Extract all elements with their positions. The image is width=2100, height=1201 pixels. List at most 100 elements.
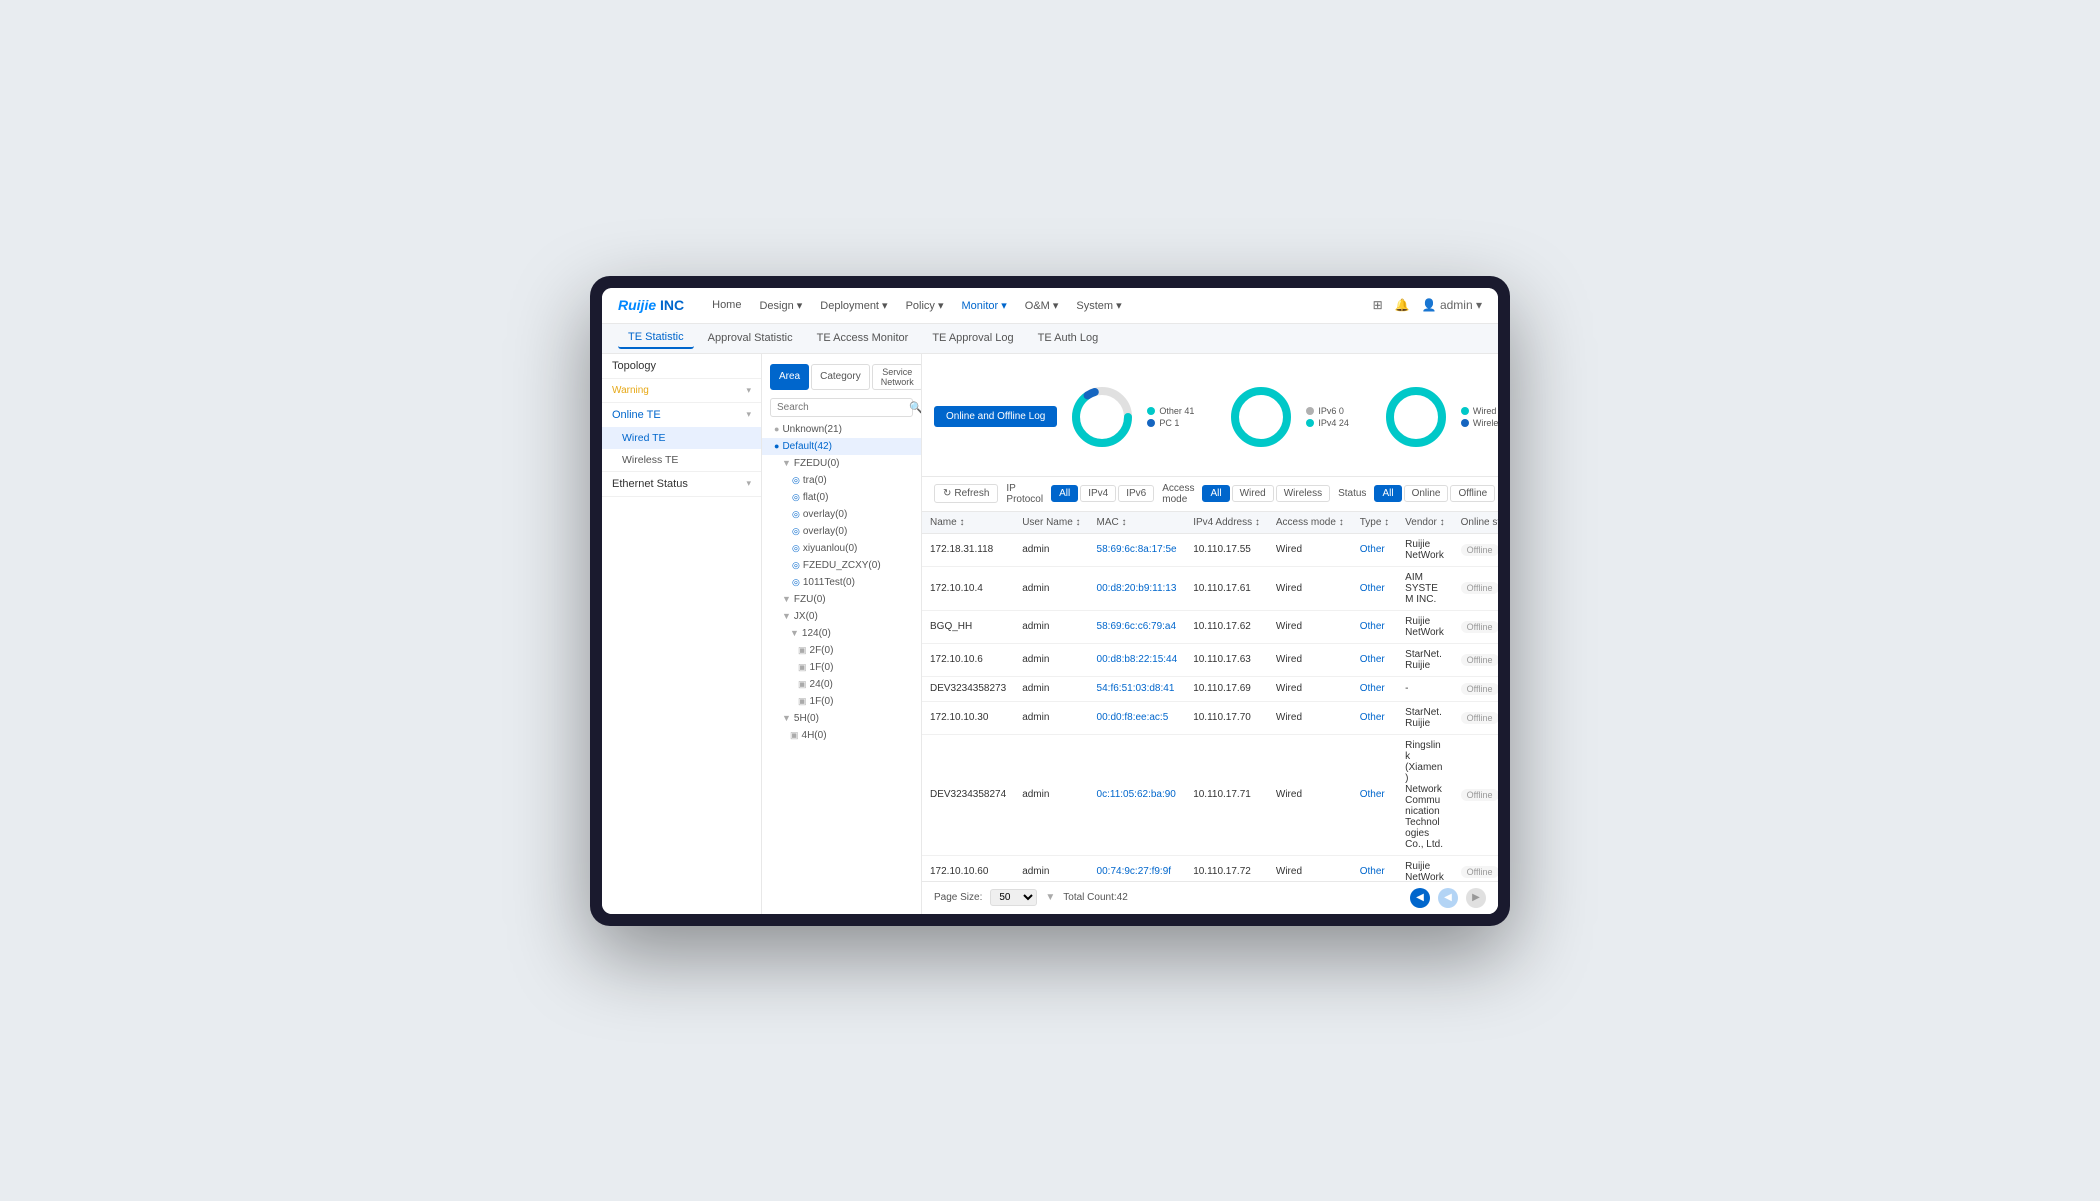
user-icon[interactable]: 👤 admin ▾ xyxy=(1422,298,1482,312)
log-btn[interactable]: Online and Offline Log xyxy=(934,406,1057,427)
access-all-btn[interactable]: All xyxy=(1202,485,1229,502)
tree-item-jx[interactable]: ▼ JX(0) xyxy=(762,608,921,625)
cell-mac[interactable]: 0c:11:05:62:ba:90 xyxy=(1089,734,1186,855)
cell-type[interactable]: Other xyxy=(1352,566,1397,610)
location-icon-flat: ◎ xyxy=(792,492,800,503)
online-te-header[interactable]: Online TE ▾ xyxy=(602,403,761,427)
filter-row: ↻ Refresh IP Protocol All IPv4 IPv6 Acce… xyxy=(922,477,1498,512)
cell-mac[interactable]: 58:69:6c:c6:79:a4 xyxy=(1089,610,1186,643)
sidebar: Topology Warning ▾ Online TE ▾ Wired TE … xyxy=(602,354,762,914)
legend-ipv6: IPv6 0 xyxy=(1306,406,1349,416)
nav-deployment[interactable]: Deployment ▾ xyxy=(812,293,895,318)
chart2-legend: IPv6 0 IPv4 24 xyxy=(1306,406,1349,428)
nav-monitor[interactable]: Monitor ▾ xyxy=(954,293,1015,318)
cell-mac[interactable]: 00:d8:b8:22:15:44 xyxy=(1089,643,1186,676)
nav-system[interactable]: System ▾ xyxy=(1068,293,1129,318)
tree-item-unknown[interactable]: ● Unknown(21) xyxy=(762,421,921,438)
total-count: Total Count:42 xyxy=(1063,892,1128,903)
tree-item-4h[interactable]: ▣ 4H(0) xyxy=(762,727,921,744)
cell-mac[interactable]: 00:d8:20:b9:11:13 xyxy=(1089,566,1186,610)
cell-mac[interactable]: 00:74:9c:27:f9:9f xyxy=(1089,855,1186,881)
tree-item-1f[interactable]: ▣ 1F(0) xyxy=(762,659,921,676)
folder-icon-jx: ▼ xyxy=(782,611,791,621)
status-offline-btn[interactable]: Offline xyxy=(1450,485,1495,502)
tree-item-fzedu-zcxy[interactable]: ◎ FZEDU_ZCXY(0) xyxy=(762,557,921,574)
page-prev-btn[interactable]: ◀ xyxy=(1410,888,1430,908)
tree-item-1f2[interactable]: ▣ 1F(0) xyxy=(762,693,921,710)
cell-vendor: Ruijie NetWork xyxy=(1397,855,1452,881)
bell-icon[interactable]: 🔔 xyxy=(1395,298,1410,312)
sidebar-item-wireless-te[interactable]: Wireless TE xyxy=(602,449,761,471)
cell-mac[interactable]: 54:f6:51:03:d8:41 xyxy=(1089,676,1186,701)
cell-status: Offline xyxy=(1453,643,1498,676)
tree-item-tra[interactable]: ◎ tra(0) xyxy=(762,472,921,489)
ip-all-btn[interactable]: All xyxy=(1051,485,1078,502)
building-icon-1f2: ▣ xyxy=(798,696,807,707)
tree-item-overlay1[interactable]: ◎ overlay(0) xyxy=(762,506,921,523)
cell-vendor: - xyxy=(1397,676,1452,701)
cell-type[interactable]: Other xyxy=(1352,676,1397,701)
refresh-btn[interactable]: ↻ Refresh xyxy=(934,484,998,503)
location-icon-o2: ◎ xyxy=(792,526,800,537)
subnav-te-approval-log[interactable]: TE Approval Log xyxy=(922,328,1023,348)
subnav-te-auth-log[interactable]: TE Auth Log xyxy=(1028,328,1109,348)
cell-access: Wired xyxy=(1268,701,1352,734)
nav-design[interactable]: Design ▾ xyxy=(751,293,810,318)
warning-header[interactable]: Warning ▾ xyxy=(602,379,761,402)
nav-home[interactable]: Home xyxy=(704,293,749,318)
access-wired-btn[interactable]: Wired xyxy=(1232,485,1274,502)
topology-header[interactable]: Topology xyxy=(602,354,761,378)
cell-access: Wired xyxy=(1268,610,1352,643)
tree-item-fzedu[interactable]: ▼ FZEDU(0) xyxy=(762,455,921,472)
dot-ipv6 xyxy=(1306,407,1314,415)
tree-container: ● Unknown(21) ● Default(42) ▼ FZEDU(0) xyxy=(762,421,921,744)
tab-service-network[interactable]: Service Network xyxy=(872,364,922,390)
tree-item-1011test[interactable]: ◎ 1011Test(0) xyxy=(762,574,921,591)
subnav-te-statistic[interactable]: TE Statistic xyxy=(618,327,694,349)
tree-item-2f[interactable]: ▣ 2F(0) xyxy=(762,642,921,659)
cell-mac[interactable]: 00:d0:f8:ee:ac:5 xyxy=(1089,701,1186,734)
cell-type[interactable]: Other xyxy=(1352,533,1397,566)
grid-icon[interactable]: ⊞ xyxy=(1373,298,1383,312)
tab-category[interactable]: Category xyxy=(811,364,870,390)
ethernet-status-header[interactable]: Ethernet Status ▾ xyxy=(602,472,761,496)
tree-item-124[interactable]: ▼ 124(0) xyxy=(762,625,921,642)
ip-ipv4-btn[interactable]: IPv4 xyxy=(1080,485,1116,502)
page-next-btn-1[interactable]: ◀ xyxy=(1438,888,1458,908)
col-access: Access mode ↕ xyxy=(1268,512,1352,534)
sidebar-item-wired-te[interactable]: Wired TE xyxy=(602,427,761,449)
online-te-chevron: ▾ xyxy=(746,409,751,420)
cell-type[interactable]: Other xyxy=(1352,734,1397,855)
tree-search-input[interactable] xyxy=(777,402,909,413)
tab-area[interactable]: Area xyxy=(770,364,809,390)
cell-type[interactable]: Other xyxy=(1352,643,1397,676)
status-online-btn[interactable]: Online xyxy=(1404,485,1449,502)
tree-item-fzu[interactable]: ▼ FZU(0) xyxy=(762,591,921,608)
cell-name: DEV3234358273 xyxy=(922,676,1014,701)
table-row: DEV3234358274 admin 0c:11:05:62:ba:90 10… xyxy=(922,734,1498,855)
building-icon-4h: ▣ xyxy=(790,730,799,741)
subnav-te-access-monitor[interactable]: TE Access Monitor xyxy=(807,328,919,348)
access-wireless-btn[interactable]: Wireless xyxy=(1276,485,1330,502)
subnav-approval-statistic[interactable]: Approval Statistic xyxy=(698,328,803,348)
status-all-btn[interactable]: All xyxy=(1374,485,1401,502)
tree-item-xiyuanlou[interactable]: ◎ xiyuanlou(0) xyxy=(762,540,921,557)
tree-item-overlay2[interactable]: ◎ overlay(0) xyxy=(762,523,921,540)
page-size-select[interactable]: 50 100 200 xyxy=(990,889,1037,906)
tree-item-default[interactable]: ● Default(42) xyxy=(762,438,921,455)
tree-item-5h[interactable]: ▼ 5H(0) xyxy=(762,710,921,727)
table-row: 172.10.10.6 admin 00:d8:b8:22:15:44 10.1… xyxy=(922,643,1498,676)
location-icon: ◎ xyxy=(792,475,800,486)
nav-policy[interactable]: Policy ▾ xyxy=(898,293,952,318)
cell-type[interactable]: Other xyxy=(1352,855,1397,881)
ip-ipv6-btn[interactable]: IPv6 xyxy=(1118,485,1154,502)
tree-item-flat[interactable]: ◎ flat(0) xyxy=(762,489,921,506)
page-next-btn-2[interactable]: ▶ xyxy=(1466,888,1486,908)
cell-mac[interactable]: 58:69:6c:8a:17:5e xyxy=(1089,533,1186,566)
nav-oam[interactable]: O&M ▾ xyxy=(1017,293,1067,318)
cell-type[interactable]: Other xyxy=(1352,610,1397,643)
building-icon-1f: ▣ xyxy=(798,662,807,673)
down-icon-pagesize: ▼ xyxy=(1045,892,1055,903)
cell-type[interactable]: Other xyxy=(1352,701,1397,734)
tree-item-24[interactable]: ▣ 24(0) xyxy=(762,676,921,693)
